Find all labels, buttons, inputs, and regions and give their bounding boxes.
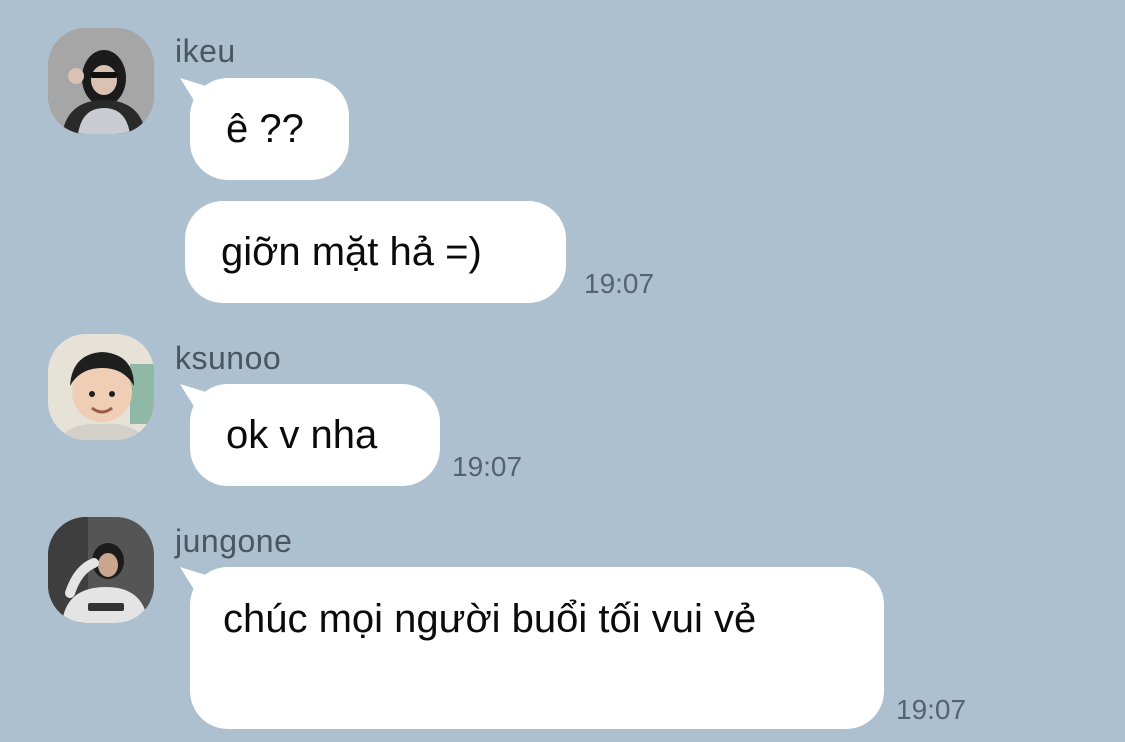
message-timestamp: 19:07 <box>452 451 523 482</box>
message-bubble[interactable]: ê ?? <box>190 78 349 180</box>
message-text: ok v nha <box>226 412 378 457</box>
message-bubble[interactable]: giỡn mặt hả =) <box>185 201 566 303</box>
chat-area: ikeu ê ?? giỡn mặt hả =) 19:07 ksunoo ok… <box>0 0 1125 742</box>
message-timestamp: 19:07 <box>584 268 655 299</box>
avatar-jungone-image <box>48 517 154 623</box>
avatar-ikeu-image <box>48 28 154 134</box>
sender-name: ikeu <box>175 33 236 69</box>
avatar[interactable] <box>48 334 154 440</box>
message-bubble[interactable]: ok v nha <box>190 384 440 486</box>
avatar[interactable] <box>48 517 154 623</box>
message-text: chúc mọi người buổi tối vui vẻ <box>223 597 757 641</box>
message-text: ê ?? <box>226 106 304 151</box>
avatar[interactable] <box>48 28 154 134</box>
message-text: giỡn mặt hả =) <box>221 229 482 274</box>
message-bubble[interactable]: chúc mọi người buổi tối vui vẻ <box>190 567 884 729</box>
sender-name: jungone <box>175 523 293 559</box>
sender-name: ksunoo <box>175 340 282 376</box>
avatar-ksunoo-image <box>48 334 154 440</box>
message-timestamp: 19:07 <box>896 694 967 725</box>
